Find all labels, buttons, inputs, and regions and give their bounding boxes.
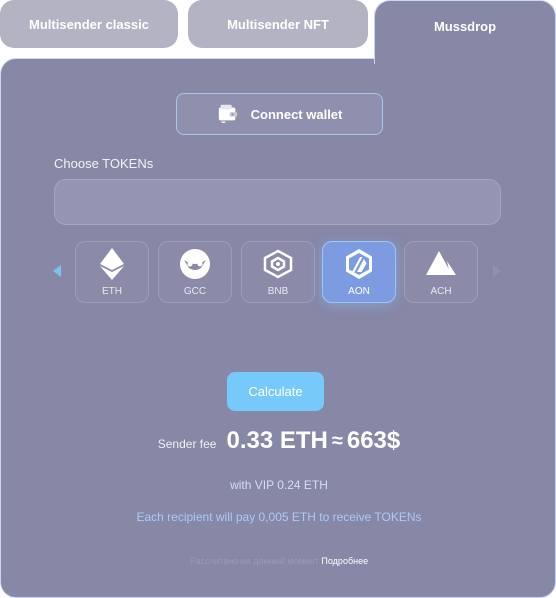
recipient-fee-text: Each recipient will pay 0,005 ETH to rec… — [136, 510, 422, 524]
footnote: Рассчитано на данный момент Подробнее — [1, 556, 556, 566]
token-bnb[interactable]: BNB — [241, 241, 315, 303]
token-ach[interactable]: ACH — [404, 241, 478, 303]
token-label: ETH — [102, 286, 122, 297]
sender-fee-label: Sender fee — [157, 437, 217, 451]
calculate-button[interactable]: Calculate — [227, 372, 324, 411]
sender-fee-eth: 0.33 ETH — [226, 427, 328, 454]
vip-fee-text: with VIP 0.24 ETH — [230, 478, 328, 492]
carousel-prev-arrow-icon[interactable] — [53, 265, 61, 277]
token-aon[interactable]: AON — [322, 241, 396, 303]
wallet-icon — [217, 102, 239, 127]
owl-icon — [178, 248, 212, 280]
token-eth[interactable]: ETH — [75, 241, 149, 303]
tab-connector — [375, 56, 555, 62]
choose-tokens-label: Choose TOKENs — [54, 156, 154, 171]
token-label: GCC — [183, 286, 207, 297]
sender-fee-usd: 663$ — [346, 427, 401, 454]
token-label: ACH — [430, 286, 452, 297]
tab-mussdrop[interactable]: Mussdrop — [374, 0, 556, 64]
approx-sign: ≈ — [331, 429, 343, 452]
ach-icon — [424, 248, 458, 280]
tab-multisender-nft[interactable]: Multisender NFT — [188, 0, 368, 48]
bnb-icon — [261, 248, 295, 280]
connect-wallet-label: Connect wallet — [250, 106, 343, 122]
tab-multisender-classic[interactable]: Multisender classic — [0, 0, 178, 48]
arbitrum-icon — [342, 248, 376, 280]
carousel-next-arrow-icon[interactable] — [493, 265, 501, 277]
footnote-text: Рассчитано на данный момент — [189, 556, 319, 566]
mussdrop-panel: Connect wallet Choose TOKENs ETH GCC BNB… — [0, 58, 556, 598]
ethereum-icon — [95, 248, 129, 280]
sender-fee: Sender fee 0.33 ETH ≈ 663$ — [1, 427, 556, 455]
token-gcc[interactable]: GCC — [158, 241, 232, 303]
tab-label: Mussdrop — [433, 19, 497, 34]
more-link[interactable]: Подробнее — [321, 556, 368, 566]
token-label: AON — [348, 286, 370, 297]
connect-wallet-button[interactable]: Connect wallet — [176, 93, 383, 135]
token-input[interactable] — [54, 179, 501, 225]
tab-label: Multisender NFT — [227, 16, 329, 32]
token-label: BNB — [267, 286, 289, 297]
tab-label: Multisender classic — [29, 16, 149, 32]
